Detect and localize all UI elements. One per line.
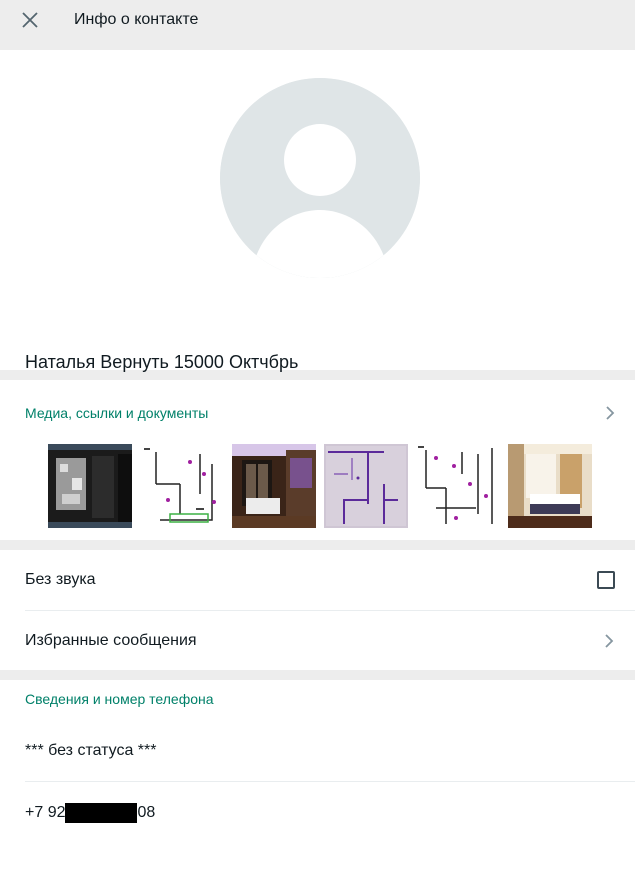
starred-messages-row[interactable]: Избранные сообщения — [25, 611, 635, 671]
avatar[interactable] — [220, 78, 420, 278]
contact-name: Наталья Вернуть 15000 Октчбрь — [25, 352, 299, 372]
media-thumbnails — [48, 444, 592, 528]
about-phone-section: Сведения и номер телефона *** без статус… — [0, 680, 635, 880]
phone-suffix: 08 — [137, 803, 156, 821]
phone-row[interactable]: +7 92 08 — [25, 782, 635, 843]
default-avatar-icon — [220, 78, 420, 278]
chevron-right-icon[interactable] — [603, 404, 617, 422]
divider — [0, 540, 635, 550]
media-thumbnail[interactable] — [232, 444, 316, 528]
starred-messages-label: Избранные сообщения — [25, 632, 197, 649]
media-thumbnail[interactable] — [324, 444, 408, 528]
media-thumbnail[interactable] — [140, 444, 224, 528]
status-row: *** без статуса *** — [25, 720, 635, 782]
close-icon — [22, 12, 38, 28]
header-title: Инфо о контакте — [74, 11, 199, 28]
phone-prefix: +7 92 — [25, 803, 66, 821]
media-thumbnail[interactable] — [508, 444, 592, 528]
mute-checkbox[interactable] — [597, 571, 615, 589]
settings-section: Без звука Избранные сообщения — [0, 550, 635, 670]
divider — [0, 670, 635, 680]
media-section: Медиа, ссылки и документы — [0, 380, 635, 540]
chevron-right-icon — [605, 634, 614, 648]
media-thumbnail[interactable] — [416, 444, 500, 528]
status-text: *** без статуса *** — [25, 741, 157, 759]
mute-label: Без звука — [25, 571, 96, 588]
about-phone-title: Сведения и номер телефона — [25, 691, 214, 707]
mute-row[interactable]: Без звука — [25, 550, 635, 611]
media-thumbnail[interactable] — [48, 444, 132, 528]
media-section-title[interactable]: Медиа, ссылки и документы — [25, 405, 208, 421]
redacted-phone-digits — [65, 802, 138, 823]
close-button[interactable] — [16, 6, 44, 34]
profile-section: Наталья Вернуть 15000 Октчбрь — [0, 50, 635, 372]
contact-info-header: Инфо о контакте — [0, 0, 635, 40]
